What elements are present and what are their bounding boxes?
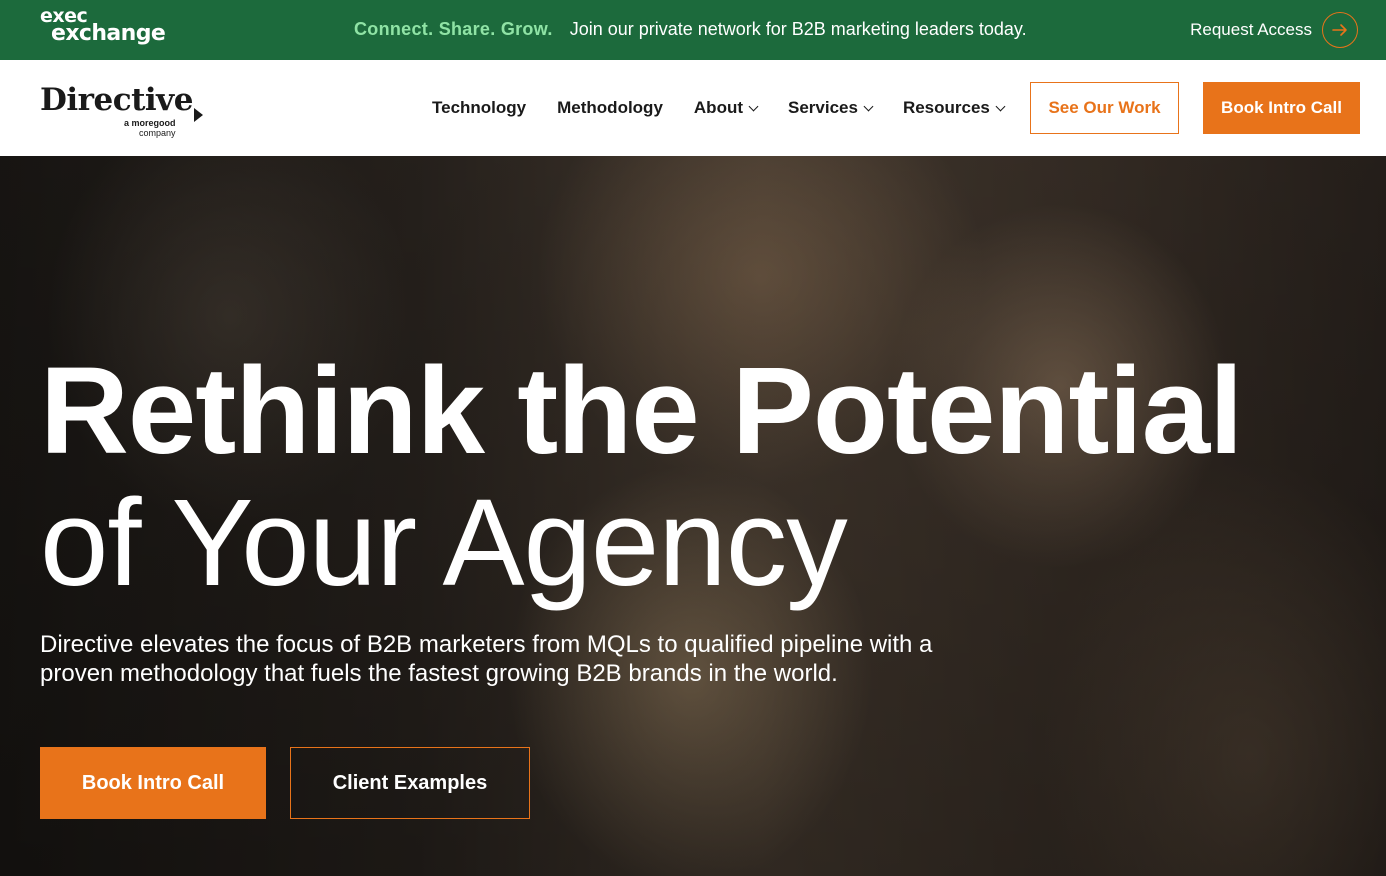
nav-item-methodology[interactable]: Methodology [557,98,663,118]
brand-subtitle-line-1: a moregood [124,118,176,128]
client-examples-button[interactable]: Client Examples [290,747,530,819]
nav-item-services[interactable]: Services [788,98,874,118]
arrow-right-icon [1322,12,1358,48]
brand-name: Directive [40,82,193,118]
nav-item-label: About [693,98,743,117]
request-access-label: Request Access [1190,20,1312,39]
nav-item-label: Services [788,98,858,117]
main-navigation: Directive a moregood company Technology … [0,60,1386,156]
hero-description: Directive elevates the focus of B2B mark… [40,631,933,687]
nav-item-resources[interactable]: Resources [902,98,1006,118]
nav-item-technology[interactable]: Technology [432,98,526,118]
logo-line-2: exchange [51,21,166,46]
nav-item-label: Technology [432,98,527,117]
nav-menu: Technology Methodology About Services Re… [432,98,1035,118]
nav-item-label: Methodology [557,98,663,117]
directive-logo[interactable]: Directive a moregood company [40,82,203,138]
book-intro-call-nav-button[interactable]: Book Intro Call [1203,82,1360,134]
request-access-link[interactable]: Request Access [1190,12,1358,48]
announcement-bar: exec exchange Connect. Share. Grow. Join… [0,0,1386,60]
announcement-text: Connect. Share. Grow. Join our private n… [354,19,1027,40]
announcement-message: Join our private network for B2B marketi… [569,19,1027,39]
chevron-down-icon [748,101,759,111]
hero-headline-line-2: of Your Agency [40,475,848,612]
brand-triangle-icon [193,108,203,122]
hero-headline-line-1: Rethink the Potential [40,343,1243,480]
chevron-down-icon [863,101,874,111]
hero-headline: Rethink the Potential of Your Agency [40,346,1290,610]
brand-subtitle-line-2: company [138,128,176,138]
nav-item-label: Resources [902,98,990,117]
hero-section: Rethink the Potential of Your Agency Dir… [0,156,1386,876]
exec-exchange-logo[interactable]: exec exchange [40,7,166,46]
chevron-down-icon [995,101,1006,111]
nav-item-about[interactable]: About [693,98,759,118]
brand-subtitle: a moregood company [124,118,176,138]
see-our-work-button[interactable]: See Our Work [1030,82,1179,134]
book-intro-call-button[interactable]: Book Intro Call [40,747,266,819]
announcement-tagline: Connect. Share. Grow. [354,19,553,39]
